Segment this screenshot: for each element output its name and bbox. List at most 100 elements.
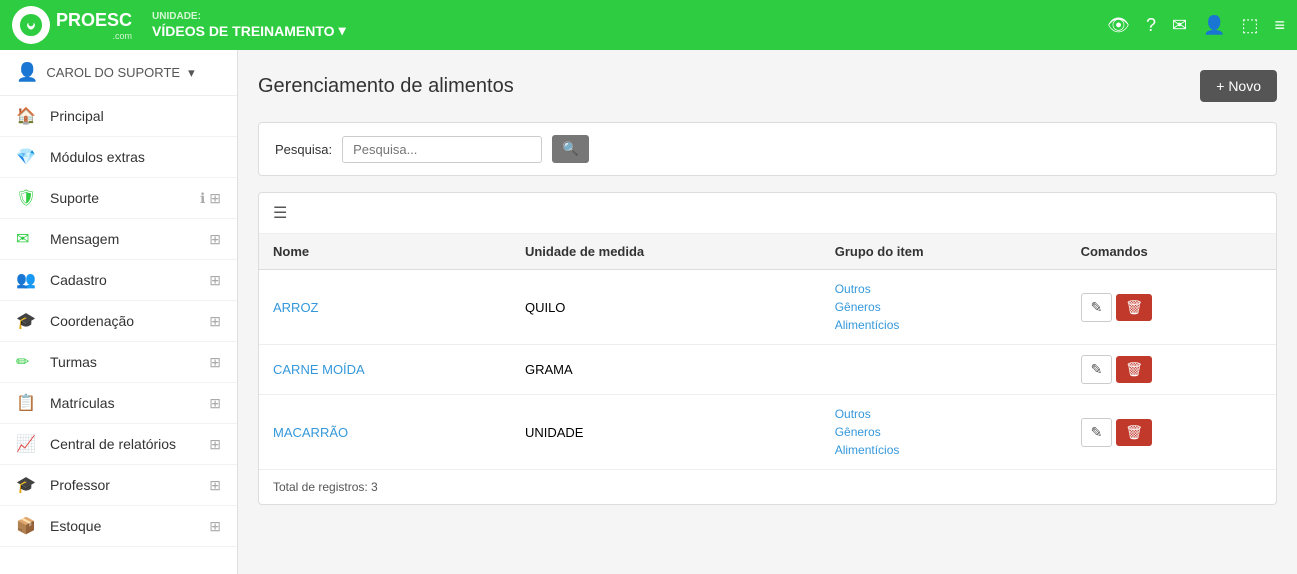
sidebar-item-suporte[interactable]: 🛡 Suporte ℹ ⊞ [0, 178, 237, 219]
add-icon[interactable]: ⊞ [209, 436, 221, 453]
cell-nome: MACARRÃO [259, 395, 511, 470]
nav-icons: 👁 ? ✉ 👤 ⬚ ≡ [1107, 15, 1285, 36]
add-icon[interactable]: ⊞ [209, 272, 221, 289]
food-table: Nome Unidade de medida Grupo do item Com… [259, 234, 1276, 469]
add-icon[interactable]: ⊞ [209, 477, 221, 494]
chart-icon: 📈 [16, 434, 40, 454]
graduation-icon: 🎓 [16, 311, 40, 331]
sidebar: 👤 CAROL DO SUPORTE ▾ 🏠 Principal 💎 Módul… [0, 50, 238, 574]
add-icon[interactable]: ⊞ [209, 313, 221, 330]
sidebar-item-label: Mensagem [50, 231, 209, 247]
professor-icon: 🎓 [16, 475, 40, 495]
col-comandos: Comandos [1067, 234, 1276, 270]
col-unidade: Unidade de medida [511, 234, 821, 270]
sidebar-item-relatorios[interactable]: 📈 Central de relatórios ⊞ [0, 424, 237, 465]
page-title: Gerenciamento de alimentos [258, 75, 514, 98]
cell-comandos: ✎🗑 [1067, 345, 1276, 395]
delete-button[interactable]: 🗑 [1116, 356, 1152, 383]
sidebar-item-professor[interactable]: 🎓 Professor ⊞ [0, 465, 237, 506]
clipboard-icon: 📋 [16, 393, 40, 413]
group-text: OutrosGênerosAlimentícios [835, 282, 900, 332]
list-icon: ☰ [273, 205, 287, 222]
sidebar-item-label: Turmas [50, 354, 209, 370]
add-icon[interactable]: ⊞ [209, 518, 221, 535]
table-row: ARROZQUILOOutrosGênerosAlimentícios✎🗑 [259, 270, 1276, 345]
sidebar-user[interactable]: 👤 CAROL DO SUPORTE ▾ [0, 50, 237, 96]
add-icon[interactable]: ⊞ [209, 395, 221, 412]
cell-unidade: UNIDADE [511, 395, 821, 470]
trash-icon: 🗑 [1125, 299, 1143, 315]
sidebar-item-mensagem[interactable]: ✉ Mensagem ⊞ [0, 219, 237, 260]
cell-unidade: QUILO [511, 270, 821, 345]
cell-comandos: ✎🗑 [1067, 395, 1276, 470]
col-grupo: Grupo do item [821, 234, 1067, 270]
cell-nome: CARNE MOÍDA [259, 345, 511, 395]
home-icon: 🏠 [16, 106, 40, 126]
sidebar-item-label: Central de relatórios [50, 436, 209, 452]
edit-icon: ✎ [1091, 299, 1103, 315]
food-name-link[interactable]: MACARRÃO [273, 425, 348, 440]
add-icon[interactable]: ⊞ [209, 354, 221, 371]
menu-icon[interactable]: ≡ [1274, 15, 1285, 36]
mail-icon[interactable]: ✉ [1172, 15, 1187, 36]
table-header-icon-area: ☰ [259, 193, 1276, 234]
edit-icon: ✎ [1091, 424, 1103, 440]
table-header-row: Nome Unidade de medida Grupo do item Com… [259, 234, 1276, 270]
table-row: CARNE MOÍDAGRAMA✎🗑 [259, 345, 1276, 395]
sidebar-item-modulos[interactable]: 💎 Módulos extras [0, 137, 237, 178]
sidebar-username: CAROL DO SUPORTE [46, 65, 180, 80]
table-row: MACARRÃO UNIDADEOutrosGênerosAlimentícios… [259, 395, 1276, 470]
eye-icon[interactable]: 👁 [1107, 15, 1130, 36]
mail-sidebar-icon: ✉ [16, 229, 40, 249]
info-icon: ℹ [200, 190, 205, 207]
shield-icon: 🛡 [16, 188, 40, 208]
edit-button[interactable]: ✎ [1081, 355, 1113, 384]
delete-button[interactable]: 🗑 [1116, 294, 1152, 321]
logo-icon [12, 6, 50, 44]
pencil-icon: ✏ [16, 352, 40, 372]
add-icon[interactable]: ⊞ [209, 231, 221, 248]
users-icon: 👥 [16, 270, 40, 290]
sidebar-item-cadastro[interactable]: 👥 Cadastro ⊞ [0, 260, 237, 301]
col-nome: Nome [259, 234, 511, 270]
food-name-link[interactable]: CARNE MOÍDA [273, 362, 365, 377]
cell-grupo: OutrosGênerosAlimentícios [821, 270, 1067, 345]
sidebar-item-matriculas[interactable]: 📋 Matrículas ⊞ [0, 383, 237, 424]
unit-name-text: VÍDEOS DE TREINAMENTO [152, 23, 335, 39]
search-button[interactable]: 🔍 [552, 135, 589, 163]
unit-label: UNIDADE: [152, 11, 1107, 22]
cell-nome: ARROZ [259, 270, 511, 345]
search-label: Pesquisa: [275, 142, 332, 157]
sidebar-item-label: Módulos extras [50, 149, 221, 165]
table-footer: Total de registros: 3 [259, 469, 1276, 504]
sidebar-item-label: Matrículas [50, 395, 209, 411]
logo-sub: .com [56, 31, 132, 41]
trash-icon: 🗑 [1125, 361, 1143, 377]
unit-name[interactable]: VÍDEOS DE TREINAMENTO ▾ [152, 22, 1107, 39]
help-icon[interactable]: ? [1146, 15, 1156, 36]
sidebar-item-label: Principal [50, 108, 221, 124]
search-icon: 🔍 [562, 141, 579, 156]
edit-button[interactable]: ✎ [1081, 418, 1113, 447]
edit-button[interactable]: ✎ [1081, 293, 1113, 322]
sidebar-item-coordenacao[interactable]: 🎓 Coordenação ⊞ [0, 301, 237, 342]
add-icon[interactable]: ⊞ [209, 190, 221, 207]
sidebar-item-estoque[interactable]: 📦 Estoque ⊞ [0, 506, 237, 547]
food-name-link[interactable]: ARROZ [273, 300, 319, 315]
user-avatar-icon: 👤 [16, 62, 38, 83]
unit-chevron-icon: ▾ [339, 22, 346, 39]
sidebar-item-principal[interactable]: 🏠 Principal [0, 96, 237, 137]
cell-grupo [821, 345, 1067, 395]
delete-button[interactable]: 🗑 [1116, 419, 1152, 446]
diamond-icon: 💎 [16, 147, 40, 167]
food-table-container: ☰ Nome Unidade de medida Grupo do item C… [258, 192, 1277, 505]
novo-button[interactable]: + Novo [1200, 70, 1277, 102]
logo[interactable]: PROESC .com [12, 6, 132, 44]
logout-icon[interactable]: ⬚ [1241, 15, 1258, 36]
user-icon[interactable]: 👤 [1203, 15, 1225, 36]
search-input[interactable] [342, 136, 542, 163]
sidebar-item-turmas[interactable]: ✏ Turmas ⊞ [0, 342, 237, 383]
cell-comandos: ✎🗑 [1067, 270, 1276, 345]
main-content: Gerenciamento de alimentos + Novo Pesqui… [238, 50, 1297, 574]
cell-grupo: OutrosGênerosAlimentícios [821, 395, 1067, 470]
